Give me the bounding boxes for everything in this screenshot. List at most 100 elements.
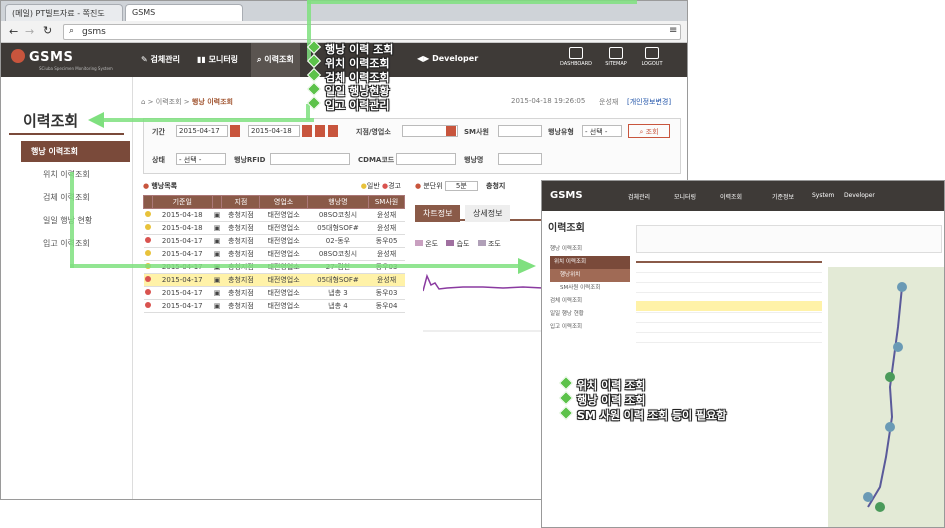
table-row[interactable]: 2015-04-18 ▣ 충청지점 태전영업소 05대형SOF# 윤성재: [143, 221, 405, 235]
overlay-lnb-subitem[interactable]: SM사원 이력조회: [550, 282, 630, 295]
table-header: 기준일 지점 영업소 행낭명 SM사원: [143, 195, 405, 209]
sm-input[interactable]: [498, 125, 542, 137]
status-select[interactable]: - 선택 -: [176, 153, 226, 165]
map-marker[interactable]: [893, 342, 903, 352]
map-marker[interactable]: [885, 422, 895, 432]
status-dot-icon: [144, 237, 151, 243]
week-button[interactable]: [328, 125, 338, 137]
button-label: LOGOUT: [641, 61, 663, 67]
overlay-menu[interactable]: 기준정보: [772, 192, 794, 201]
map-marker[interactable]: [897, 282, 907, 292]
browser-tab[interactable]: (메일) PT빌트자료 - 쪽진도: [5, 4, 123, 21]
dashboard-icon: [569, 47, 583, 59]
lnb-item-specimen-history[interactable]: 검체 이력조회: [21, 187, 130, 208]
overlay-menu[interactable]: 이력조회: [720, 192, 742, 201]
status-label: 상태: [152, 156, 165, 164]
annotation: 위치 이력 조회: [558, 378, 726, 393]
top-annotations: 행낭 이력 조회 위치 이력조회 검체 이력조회 일일 행낭현황 입고 이력관리: [306, 42, 393, 112]
bag-icon: ▣: [212, 221, 222, 235]
day-button[interactable]: [315, 125, 325, 137]
calendar-icon[interactable]: [230, 125, 240, 137]
url-text: gsms: [82, 27, 106, 37]
menu-monitoring[interactable]: ▮▮ 모니터링: [197, 54, 238, 65]
lnb-item-inbound-history[interactable]: 입고 이력조회: [21, 233, 130, 254]
menu-history[interactable]: ⌕ 이력조회: [251, 43, 300, 77]
search-button[interactable]: ⌕ 조회: [628, 124, 670, 138]
status-dot-icon: [144, 224, 151, 230]
table-row[interactable]: 2015-04-17 ▣ 충청지점 태전영업소 05대형SOF# 윤성재: [143, 273, 405, 287]
column-header[interactable]: 행낭명: [306, 195, 370, 209]
rfid-input[interactable]: [270, 153, 350, 165]
map-marker[interactable]: [875, 502, 885, 512]
unit-select[interactable]: 5분: [444, 181, 478, 191]
gsms-logo[interactable]: GSMS: [11, 49, 73, 65]
overlay-menu[interactable]: 모니터링: [674, 192, 696, 201]
map-marker[interactable]: [885, 372, 895, 382]
logout-button[interactable]: LOGOUT: [633, 47, 671, 67]
back-icon[interactable]: ←: [9, 25, 18, 38]
overlay-lnb-item[interactable]: 검체 이력조회: [550, 295, 630, 308]
annotation: 입고 이력관리: [306, 98, 393, 112]
table-row[interactable]: 2015-04-17 ▣ 충청지점 태전영업소 02-동우 동우05: [143, 234, 405, 248]
tab-chart[interactable]: 차트정보: [415, 205, 461, 222]
table-row[interactable]: 2015-04-17 ▣ 충청지점 태전영업소 냅총 4 동우04: [143, 299, 405, 313]
route-line: [867, 286, 903, 508]
table-row[interactable]: 2015-04-17 ▣ 충청지점 태전영업소 08SO코칭시 윤성재: [143, 247, 405, 261]
sitemap-button[interactable]: SITEMAP: [597, 47, 635, 67]
bag-input[interactable]: [498, 153, 542, 165]
home-icon[interactable]: ⌂: [141, 98, 145, 106]
overlay-lnb-item[interactable]: 일일 행낭 현황: [550, 308, 630, 321]
tab-title: (메일) PT빌트자료 - 쪽진도: [12, 9, 105, 18]
search-icon: ⌕: [69, 26, 75, 36]
annotation: 행낭 이력 조회: [558, 393, 726, 408]
overlay-lnb-item-active[interactable]: 위치 이력조회: [550, 256, 630, 269]
map-marker[interactable]: [863, 492, 873, 502]
lnb-item-daily-bag[interactable]: 일일 행낭 현황: [21, 210, 130, 231]
overlay-lnb-item[interactable]: 행낭 이력조회: [550, 243, 630, 256]
type-select[interactable]: - 선택 -: [582, 125, 622, 137]
overlay-lnb-subitem[interactable]: 행낭위치: [550, 269, 630, 282]
menu-specimen[interactable]: ✎ 검체관리: [141, 54, 180, 65]
column-header[interactable]: [211, 195, 223, 209]
overlay-menu[interactable]: System: [812, 192, 834, 199]
column-header[interactable]: SM사원: [368, 195, 405, 209]
start-date-input[interactable]: 2015-04-17: [176, 125, 228, 137]
dashboard-button[interactable]: DASHBOARD: [557, 47, 595, 67]
cdma-input[interactable]: [396, 153, 456, 165]
url-input[interactable]: gsms: [63, 24, 681, 40]
cdma-label: CDMA코드: [358, 156, 395, 164]
browser-tab-active[interactable]: GSMS: [125, 4, 243, 21]
button-label: SITEMAP: [605, 61, 627, 67]
profile-link[interactable]: [개인정보변경]: [627, 97, 671, 107]
side-nav: 이력조회 행낭 이력조회 위치 이력조회 검체 이력조회 일일 행낭 현황 입고…: [1, 77, 133, 499]
search-icon[interactable]: [446, 126, 456, 136]
office-cell: 태전영업소: [259, 299, 308, 313]
menu-developer[interactable]: ◀▶ Developer: [417, 54, 478, 63]
forward-icon[interactable]: →: [25, 25, 34, 38]
sm-cell: 동우03: [368, 286, 405, 300]
bag-icon: ▣: [212, 286, 222, 300]
column-header[interactable]: [143, 195, 153, 209]
calendar-icon[interactable]: [302, 125, 312, 137]
overlay-menu[interactable]: 검체관리: [628, 192, 650, 201]
map-panel[interactable]: [828, 267, 944, 527]
lnb-item-location-history[interactable]: 위치 이력조회: [21, 164, 130, 185]
menu-label: Developer: [432, 54, 479, 63]
table-row[interactable]: 2015-04-18 ▣ 충청지점 태전영업소 08SO코칭시 윤성재: [143, 208, 405, 222]
column-header[interactable]: 기준일: [151, 195, 213, 209]
breadcrumb-parent[interactable]: 이력조회: [156, 98, 182, 106]
tab-detail[interactable]: 상세정보: [465, 205, 511, 222]
bag-name-cell: 05대형SOF#: [307, 273, 369, 287]
menu-icon[interactable]: ≡: [669, 25, 677, 36]
annotation: 검체 이력조회: [306, 70, 393, 84]
column-header[interactable]: 영업소: [259, 195, 308, 209]
reload-icon[interactable]: ↻: [43, 24, 52, 37]
bag-table: 기준일 지점 영업소 행낭명 SM사원 2015-04-18 ▣ 충청지점 태전영업소 08SO…: [143, 195, 405, 313]
end-date-input[interactable]: 2015-04-18: [248, 125, 300, 137]
annotation: 일일 행낭현황: [306, 84, 393, 98]
table-row[interactable]: 2015-04-17 ▣ 충청지점 태전영업소 냅총 3 동우03: [143, 286, 405, 300]
lnb-item-bag-history[interactable]: 행낭 이력조회: [21, 141, 130, 162]
overlay-lnb-item[interactable]: 입고 이력조회: [550, 321, 630, 334]
overlay-menu[interactable]: Developer: [844, 192, 875, 199]
column-header[interactable]: 지점: [221, 195, 261, 209]
